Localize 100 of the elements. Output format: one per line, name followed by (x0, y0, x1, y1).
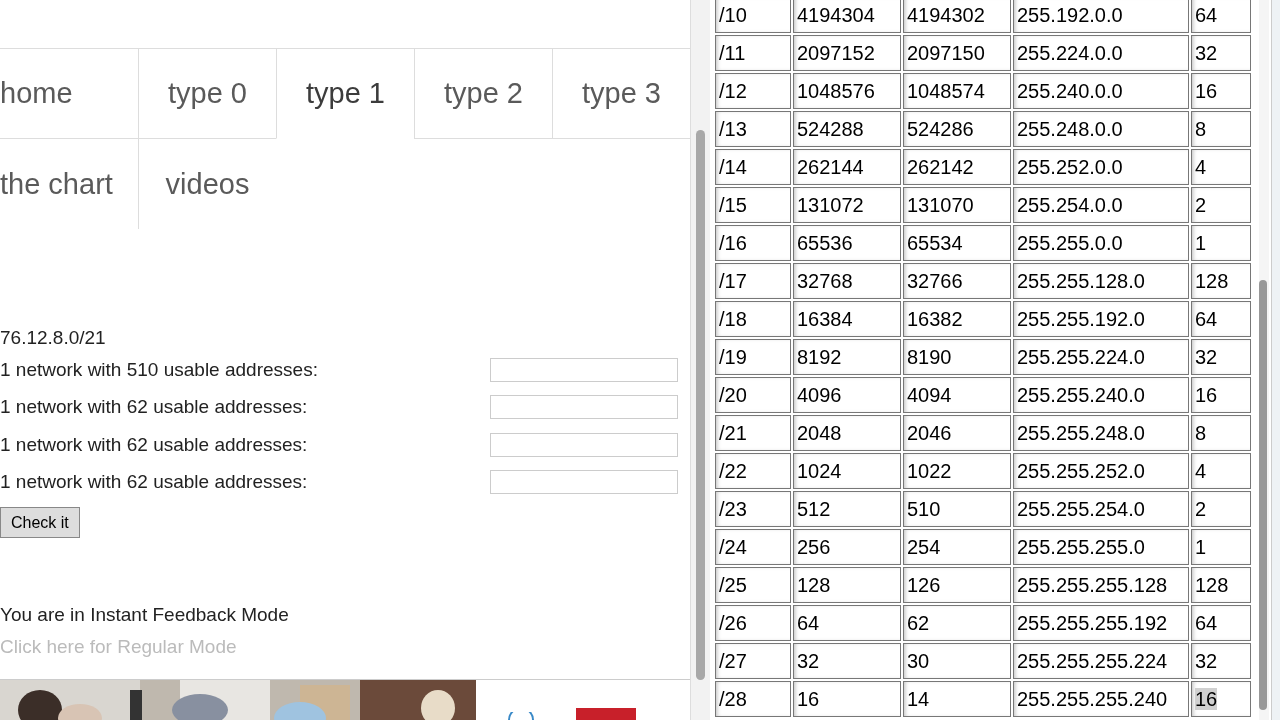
nav-tab[interactable]: type 3 (552, 49, 690, 139)
table-cell: 32 (793, 643, 901, 679)
table-cell: 64 (1195, 307, 1218, 330)
table-cell: 65534 (903, 225, 1011, 261)
table-cell: 1 (1195, 231, 1207, 254)
table-cell: 4 (1195, 459, 1207, 482)
table-cell: 2046 (903, 415, 1011, 451)
table-cell: 2048 (793, 415, 901, 451)
network-requirement: 1 network with 62 usable addresses: (0, 396, 308, 419)
table-cell: /15 (715, 187, 791, 223)
table-cell: 1024 (793, 453, 901, 489)
table-cell: 255.255.252.0 (1013, 453, 1189, 489)
table-cell: /26 (715, 605, 791, 641)
table-cell: 4094 (903, 377, 1011, 413)
nav-tab[interactable]: type 2 (414, 49, 552, 139)
network-requirement: 1 network with 62 usable addresses: (0, 433, 308, 456)
table-cell: 2 (1195, 193, 1207, 216)
answer-field[interactable] (490, 470, 678, 495)
table-cell: 510 (903, 491, 1011, 527)
answer-field[interactable] (490, 395, 678, 420)
table-cell: /16 (715, 225, 791, 261)
table-cell: 16382 (903, 301, 1011, 337)
table-cell: 254 (903, 529, 1011, 565)
table-cell: 64 (1195, 611, 1218, 634)
table-cell: 62 (903, 605, 1011, 641)
table-cell: 1048574 (903, 73, 1011, 109)
check-button[interactable]: Check it (0, 507, 80, 538)
table-cell: 32768 (793, 263, 901, 299)
table-cell: 255.255.128.0 (1013, 263, 1189, 299)
table-cell: 32766 (903, 263, 1011, 299)
table-cell: 2097150 (903, 35, 1011, 71)
table-cell: 4194304 (793, 0, 901, 33)
table-cell: 32 (1195, 649, 1218, 672)
nav-tab[interactable]: type 0 (138, 49, 276, 139)
table-cell: /14 (715, 149, 791, 185)
table-cell: /23 (715, 491, 791, 527)
table-cell: 131070 (903, 187, 1011, 223)
table-cell: 16 (1195, 79, 1218, 102)
table-cell: 16 (793, 681, 901, 717)
network-requirement: 1 network with 62 usable addresses: (0, 471, 308, 494)
table-cell: 128 (793, 567, 901, 603)
scrollbar-thumb[interactable] (696, 130, 705, 680)
table-cell: 524288 (793, 111, 901, 147)
table-cell: /20 (715, 377, 791, 413)
table-cell: 16 (1195, 383, 1218, 406)
table-cell: 262144 (793, 149, 901, 185)
table-cell: 30 (903, 643, 1011, 679)
table-cell: 14 (903, 681, 1011, 717)
table-cell: /25 (715, 567, 791, 603)
table-cell: 4194302 (903, 0, 1011, 33)
table-cell: 64 (793, 605, 901, 641)
table-cell: 65536 (793, 225, 901, 261)
logo-icon (576, 706, 636, 720)
table-cell: 2097152 (793, 35, 901, 71)
table-cell: 4096 (793, 377, 901, 413)
table-cell: 1022 (903, 453, 1011, 489)
table-cell: /10 (715, 0, 791, 33)
table-cell: 262142 (903, 149, 1011, 185)
table-cell: /12 (715, 73, 791, 109)
mode-message: You are in Instant Feedback Mode (0, 604, 290, 626)
table-cell: 8192 (793, 339, 901, 375)
table-cell: /28 (715, 681, 791, 717)
table-cell: 8 (1195, 117, 1207, 140)
table-cell: 1048576 (793, 73, 901, 109)
table-cell: 32 (1195, 345, 1218, 368)
table-cell: /18 (715, 301, 791, 337)
table-cell: 255.255.192.0 (1013, 301, 1189, 337)
circle-logo-icon (506, 712, 536, 720)
table-cell: 255.255.0.0 (1013, 225, 1189, 261)
table-cell: /24 (715, 529, 791, 565)
table-cell: 255.255.224.0 (1013, 339, 1189, 375)
table-cell: 1 (1195, 535, 1207, 558)
table-cell: 255.255.255.224 (1013, 643, 1189, 679)
scrollbar-thumb[interactable] (1259, 280, 1267, 710)
table-cell: /11 (715, 35, 791, 71)
table-cell: /13 (715, 111, 791, 147)
table-cell: 4 (1195, 155, 1207, 178)
table-cell: 255.255.255.128 (1013, 567, 1189, 603)
table-cell: 128 (1195, 573, 1229, 596)
answer-field[interactable] (490, 432, 678, 457)
table-cell: /21 (715, 415, 791, 451)
table-cell: 255.255.255.240 (1013, 681, 1189, 717)
table-cell: 255.254.0.0 (1013, 187, 1189, 223)
table-cell: /27 (715, 643, 791, 679)
table-cell: /19 (715, 339, 791, 375)
table-cell: 255.255.254.0 (1013, 491, 1189, 527)
network-requirement: 1 network with 510 usable addresses: (0, 358, 318, 381)
table-cell: 131072 (793, 187, 901, 223)
table-cell: 126 (903, 567, 1011, 603)
table-cell: 255.255.248.0 (1013, 415, 1189, 451)
network-address: 76.12.8.0/21 (0, 326, 107, 350)
answer-field[interactable] (490, 357, 678, 382)
table-cell: 255.255.255.0 (1013, 529, 1189, 565)
table-cell: 64 (1195, 3, 1218, 26)
table-cell: 32 (1195, 41, 1218, 64)
table-cell: 255.255.255.192 (1013, 605, 1189, 641)
table-cell: 255.255.240.0 (1013, 377, 1189, 413)
table-cell: 128 (1195, 269, 1229, 292)
table-cell: 524286 (903, 111, 1011, 147)
table-cell: 8 (1195, 421, 1207, 444)
